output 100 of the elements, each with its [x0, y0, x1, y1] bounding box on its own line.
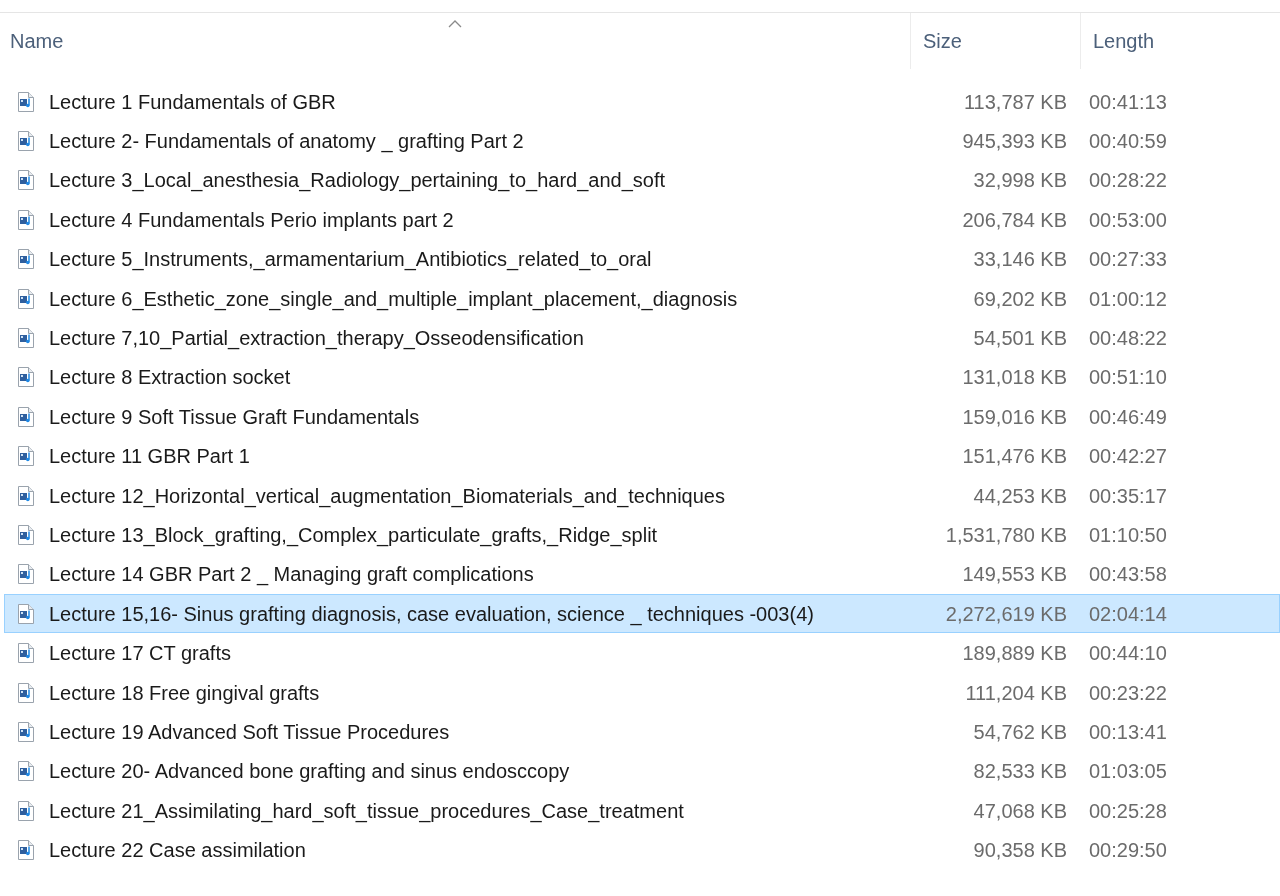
file-length: 01:10:50	[1088, 523, 1167, 548]
file-length: 00:28:22	[1088, 168, 1167, 194]
file-size: 1,531,780 KB	[945, 523, 1068, 548]
file-length: 00:27:33	[1088, 247, 1167, 273]
file-row[interactable]: Lecture 15,16- Sinus grafting diagnosis, case evaluation, science _ techniques -003(4) 2,272,619 KB 02:04:14	[4, 594, 1280, 634]
file-name: Lecture 11 GBR Part 1	[49, 444, 250, 470]
file-length: 02:04:14	[1088, 601, 1167, 627]
file-size: 54,762 KB	[973, 719, 1068, 745]
file-size: 54,501 KB	[973, 326, 1068, 352]
file-row[interactable]: Lecture 2- Fundamentals of anatomy _ grafting Part 2 945,393 KB 00:40:59	[4, 121, 1280, 161]
file-length: 00:29:50	[1088, 838, 1167, 864]
file-size: 69,202 KB	[973, 286, 1068, 312]
file-name: Lecture 21_Assimilating_hard_soft_tissue_procedures_Case_treatment	[49, 798, 684, 825]
file-length: 00:41:13	[1088, 89, 1167, 115]
file-name: Lecture 12_Horizontal_vertical_augmentation_Biomaterials_and_techniques	[49, 483, 725, 510]
file-name: Lecture 14 GBR Part 2 _ Managing graft complications	[49, 562, 534, 588]
file-length: 00:13:41	[1088, 719, 1167, 745]
audio-file-icon	[17, 288, 35, 309]
audio-file-icon	[17, 446, 35, 467]
file-length: 00:51:10	[1088, 365, 1167, 391]
file-row[interactable]: Lecture 14 GBR Part 2 _ Managing graft complications 149,553 KB 00:43:58	[4, 554, 1280, 595]
file-row[interactable]: Lecture 7,10_Partial_extraction_therapy_Osseodensification 54,501 KB 00:48:22	[4, 318, 1280, 358]
file-length: 00:46:49	[1088, 404, 1167, 430]
file-name: Lecture 17 CT grafts	[49, 641, 231, 667]
file-length: 00:35:17	[1088, 483, 1167, 509]
file-size: 47,068 KB	[973, 798, 1068, 824]
file-size: 151,476 KB	[962, 444, 1068, 470]
file-length: 00:43:58	[1088, 562, 1167, 588]
file-name: Lecture 13_Block_grafting,_Complex_particulate_grafts,_Ridge_split	[49, 523, 658, 549]
file-size: 90,358 KB	[973, 838, 1068, 864]
file-row[interactable]: Lecture 5_Instruments,_armamentarium_Antibiotics_related_to_oral 33,146 KB 00:27:33	[4, 239, 1280, 279]
audio-file-icon	[17, 603, 35, 624]
file-length: 01:00:12	[1088, 286, 1167, 312]
audio-file-icon	[17, 643, 35, 664]
file-length: 00:25:28	[1088, 798, 1167, 824]
audio-file-icon	[17, 800, 35, 821]
file-length: 00:42:27	[1088, 444, 1167, 470]
audio-file-icon	[17, 525, 35, 545]
column-header[interactable]: Name	[0, 26, 64, 56]
file-name: Lecture 6_Esthetic_zone_single_and_multiple_implant_placement,_diagnosis	[49, 286, 738, 313]
file-row[interactable]: Lecture 9 Soft Tissue Graft Fundamentals 159,016 KB 00:46:49	[4, 397, 1280, 437]
audio-file-icon	[17, 485, 35, 506]
file-size: 159,016 KB	[962, 404, 1068, 430]
file-size: 189,889 KB	[962, 641, 1068, 667]
file-size: 113,787 KB	[963, 89, 1068, 115]
file-row[interactable]: Lecture 13_Block_grafting,_Complex_particulate_grafts,_Ridge_split 1,531,780 KB 01:10:50	[4, 515, 1280, 555]
audio-file-icon	[17, 209, 35, 230]
file-size: 33,146 KB	[973, 247, 1068, 273]
file-size: 149,553 KB	[962, 562, 1068, 588]
file-length: 00:48:22	[1088, 326, 1167, 352]
audio-file-icon	[17, 564, 35, 585]
file-name: Lecture 9 Soft Tissue Graft Fundamentals	[49, 404, 420, 430]
column-header[interactable]: Size	[911, 26, 962, 56]
file-name: Lecture 4 Fundamentals Perio implants part 2	[49, 207, 454, 233]
file-row[interactable]: Lecture 21_Assimilating_hard_soft_tissue_procedures_Case_treatment 47,068 KB 00:25:28	[4, 791, 1280, 831]
file-row[interactable]: Lecture 8 Extraction socket 131,018 KB 00:51:10	[4, 357, 1280, 398]
file-size: 206,784 KB	[962, 207, 1068, 233]
file-name: Lecture 5_Instruments,_armamentarium_Antibiotics_related_to_oral	[49, 247, 652, 273]
file-row[interactable]: Lecture 3_Local_anesthesia_Radiology_pertaining_to_hard_and_soft 32,998 KB 00:28:22	[4, 160, 1280, 201]
audio-file-icon	[17, 406, 35, 427]
file-name: Lecture 2- Fundamentals of anatomy _ grafting Part 2	[49, 129, 524, 155]
file-row[interactable]: Lecture 11 GBR Part 1 151,476 KB 00:42:27	[4, 436, 1280, 476]
file-row[interactable]: Lecture 4 Fundamentals Perio implants part 2 206,784 KB 00:53:00	[4, 200, 1280, 240]
audio-file-icon	[17, 367, 35, 388]
file-name: Lecture 19 Advanced Soft Tissue Procedures	[49, 719, 450, 745]
audio-file-icon	[17, 170, 35, 191]
audio-file-icon	[17, 721, 35, 742]
audio-file-icon	[17, 761, 35, 782]
sort-caret-icon	[448, 20, 462, 28]
audio-file-icon	[17, 91, 35, 112]
file-row[interactable]: Lecture 19 Advanced Soft Tissue Procedures 54,762 KB 00:13:41	[4, 712, 1280, 752]
file-size: 131,018 KB	[962, 365, 1068, 391]
file-name: Lecture 18 Free gingival grafts	[49, 680, 320, 706]
file-name: Lecture 15,16- Sinus grafting diagnosis, case evaluation, science _ techniques -003(4)	[49, 601, 814, 628]
file-row[interactable]: Lecture 22 Case assimilation 90,358 KB 00:29:50	[4, 830, 1280, 870]
file-size: 945,393 KB	[962, 129, 1068, 155]
file-row[interactable]: Lecture 12_Horizontal_vertical_augmentation_Biomaterials_and_techniques 44,253 KB 00:35:17	[4, 475, 1280, 516]
file-size: 111,204 KB	[965, 680, 1068, 706]
column-header[interactable]: Length	[1081, 26, 1155, 56]
file-name: Lecture 20- Advanced bone grafting and sinus endosccopy	[49, 759, 570, 785]
file-size: 82,533 KB	[973, 759, 1068, 785]
file-row[interactable]: Lecture 1 Fundamentals of GBR 113,787 KB 00:41:13	[4, 82, 1280, 122]
file-length: 00:53:00	[1088, 207, 1167, 233]
file-row[interactable]: Lecture 20- Advanced bone grafting and sinus endosccopy 82,533 KB 01:03:05	[4, 751, 1280, 792]
file-length: 00:40:59	[1088, 129, 1167, 155]
file-size: 44,253 KB	[973, 483, 1068, 509]
audio-file-icon	[17, 840, 35, 861]
file-length: 00:23:22	[1088, 680, 1167, 706]
audio-file-icon	[17, 328, 35, 349]
file-size: 32,998 KB	[973, 168, 1068, 194]
file-length: 00:44:10	[1088, 641, 1167, 667]
audio-file-icon	[17, 131, 35, 152]
audio-file-icon	[17, 249, 35, 270]
file-name: Lecture 7,10_Partial_extraction_therapy_Osseodensification	[49, 326, 584, 352]
file-name: Lecture 22 Case assimilation	[49, 838, 306, 864]
file-name: Lecture 1 Fundamentals of GBR	[49, 89, 336, 115]
file-length: 01:03:05	[1088, 759, 1167, 785]
file-row[interactable]: Lecture 18 Free gingival grafts 111,204 KB 00:23:22	[4, 672, 1280, 713]
file-row[interactable]: Lecture 6_Esthetic_zone_single_and_multiple_implant_placement,_diagnosis 69,202 KB 01:00:12	[4, 278, 1280, 319]
file-row[interactable]: Lecture 17 CT grafts 189,889 KB 00:44:10	[4, 633, 1280, 673]
